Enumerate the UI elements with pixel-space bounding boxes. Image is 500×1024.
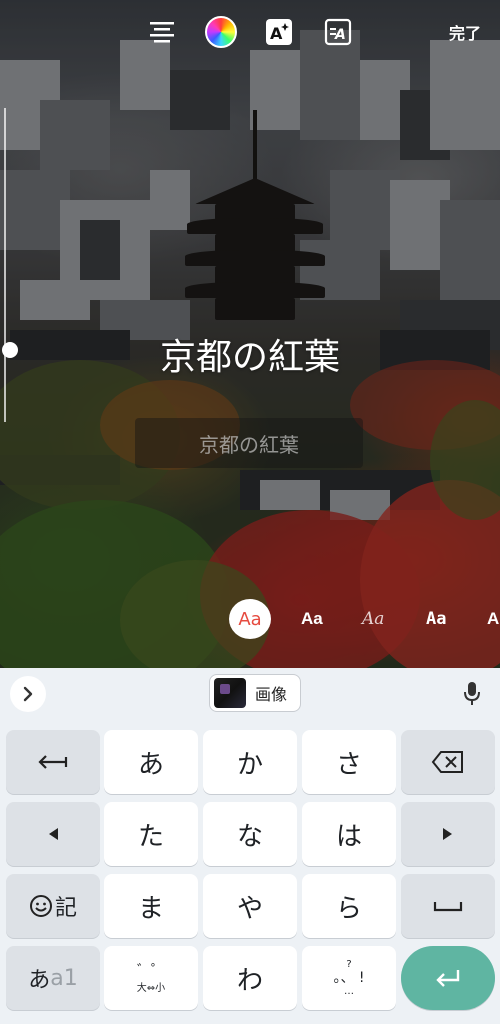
key-ma[interactable]: ま [104,874,198,938]
text-preview-box: 京都の紅葉 [135,418,363,468]
key-sa[interactable]: さ [302,730,396,794]
image-chip-label: 画像 [255,685,288,704]
enter-key[interactable] [401,946,495,1010]
font-style-option-selected[interactable]: Aa [229,599,271,639]
backspace-key[interactable] [401,730,495,794]
enter-arrow-icon [436,970,460,987]
font-style-option[interactable]: A [487,599,499,639]
smiley-icon [29,895,52,917]
space-bar-icon [433,902,463,912]
mode-alpha-label: a1 [50,965,78,991]
text-align-button[interactable] [146,16,178,48]
back-arrow-icon [38,755,68,769]
dakuten-toggle-key[interactable]: ゛゜ 大⇔小 [104,946,198,1010]
size-toggle-label: 大⇔小 [136,982,166,994]
key-a[interactable]: あ [104,730,198,794]
key-wa[interactable]: わ [203,946,297,1010]
font-style-option[interactable]: Aa [362,599,384,639]
emoji-symbol-key[interactable]: 記 [6,874,100,938]
symbol-label: 記 [54,896,77,921]
microphone-icon [464,682,480,705]
text-preview: 京都の紅葉 [199,432,299,457]
image-suggestion-chip[interactable]: 画像 [209,674,301,712]
keyboard-toolbar: 画像 [0,668,500,718]
color-picker-button[interactable] [204,16,238,48]
punct-mid-label: 。、 ! [333,970,365,986]
punct-top-label: ? [346,959,352,970]
key-ta[interactable]: た [104,802,198,866]
svg-text:A: A [270,24,283,43]
font-style-option[interactable]: Aa [301,599,323,639]
image-thumbnail [214,678,246,708]
caret-right-icon [443,828,452,840]
key-ya[interactable]: や [203,874,297,938]
text-align-icon [150,22,174,43]
font-style-option[interactable]: Aa [426,599,446,639]
mode-kana-label: あ [28,968,51,993]
space-key[interactable] [401,874,495,938]
backspace-icon [431,751,463,773]
text-effect-icon: A [266,19,292,45]
key-ka[interactable]: か [203,730,297,794]
input-mode-key[interactable]: あ a1 [6,946,100,1010]
punctuation-key[interactable]: ? 。、 ! … [302,946,396,1010]
done-button[interactable]: 完了 [440,16,490,48]
undo-key[interactable] [6,730,100,794]
editing-text[interactable]: 京都の紅葉 [0,328,500,380]
punct-bottom-label: … [344,986,354,997]
color-wheel-icon [205,16,237,48]
chevron-right-icon [23,686,33,702]
japanese-keyboard: 画像 あ か さ た な は 記 ま や ら あ a1 ゛゜ 大⇔小 わ ? 。… [0,668,500,1024]
dakuten-label: ゛゜ [137,962,165,979]
cursor-right-key[interactable] [401,802,495,866]
cursor-left-key[interactable] [6,802,100,866]
text-effect-button[interactable]: A [263,16,295,48]
svg-text:A: A [334,27,346,43]
caret-left-icon [49,828,58,840]
text-animation-icon: A [324,18,352,46]
text-animation-button[interactable]: A [322,16,354,48]
key-ra[interactable]: ら [302,874,396,938]
voice-input-button[interactable] [458,678,486,710]
key-na[interactable]: な [203,802,297,866]
keyboard-expand-button[interactable] [10,676,46,712]
key-ha[interactable]: は [302,802,396,866]
